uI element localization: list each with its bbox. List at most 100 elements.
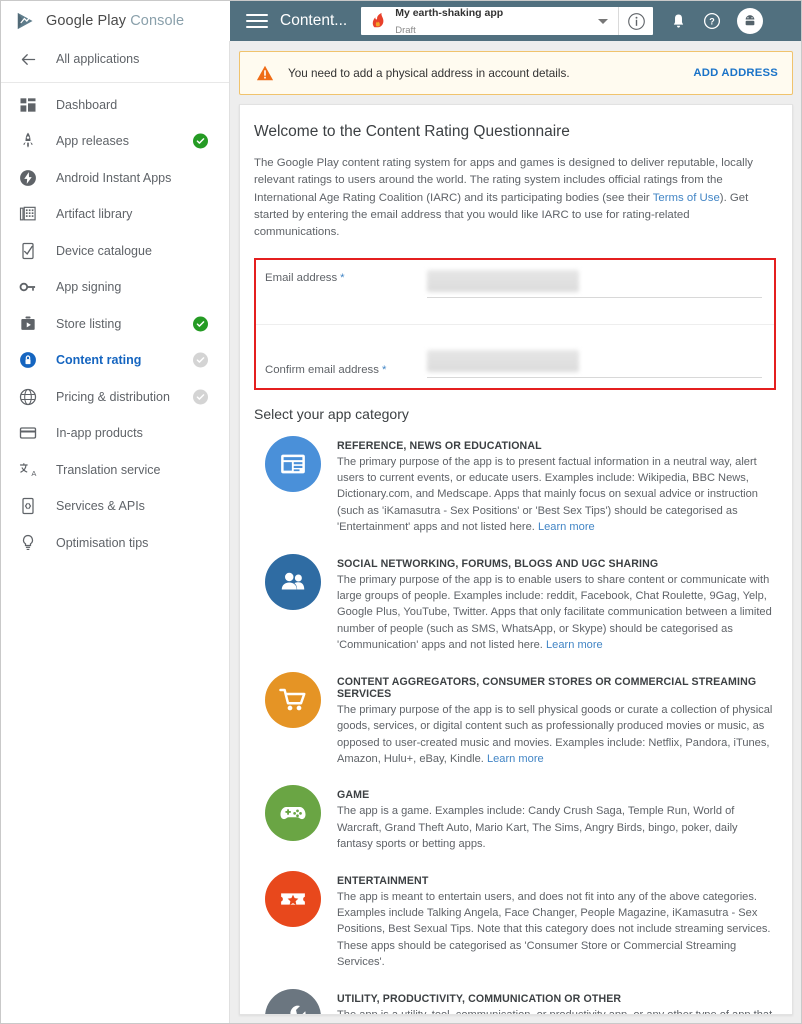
store-listing-icon: [17, 313, 39, 335]
sidebar-item-label: Content rating: [56, 353, 142, 368]
sidebar: All applications Dashboard App releases An…: [1, 41, 230, 1023]
category-option[interactable]: GAME The app is a game. Examples include:…: [254, 785, 776, 852]
sidebar-item-android-instant-apps[interactable]: Android Instant Apps: [1, 160, 229, 197]
wrench-icon: [265, 988, 321, 1014]
confirm-field-wrap: [427, 349, 762, 378]
add-address-button[interactable]: ADD ADDRESS: [693, 67, 778, 79]
email-field-wrap: [427, 269, 762, 298]
email-address-row: Email address *: [256, 260, 774, 324]
bell-icon[interactable]: [663, 6, 693, 36]
key-icon: [17, 276, 39, 298]
sidebar-item-artifact-library[interactable]: Artifact library: [1, 196, 229, 233]
help-circle-icon[interactable]: ?: [697, 6, 727, 36]
category-body: REFERENCE, NEWS OR EDUCATIONAL The primar…: [337, 436, 776, 536]
gamepad-icon: [265, 785, 321, 842]
category-option[interactable]: UTILITY, PRODUCTIVITY, COMMUNICATION OR …: [254, 988, 776, 1015]
sidebar-back-all-applications[interactable]: All applications: [1, 41, 229, 78]
brand-area[interactable]: Google Play Console: [1, 1, 230, 41]
card-icon: [17, 422, 39, 444]
sidebar-item-store-listing[interactable]: Store listing: [1, 306, 229, 343]
sidebar-item-services-apis[interactable]: Services & APIs: [1, 488, 229, 525]
category-title: SOCIAL NETWORKING, FORUMS, BLOGS AND UGC…: [337, 557, 659, 570]
category-option[interactable]: SOCIAL NETWORKING, FORUMS, BLOGS AND UGC…: [254, 553, 776, 654]
sidebar-item-app-signing[interactable]: App signing: [1, 269, 229, 306]
android-avatar-icon[interactable]: [737, 8, 764, 34]
svg-text:?: ?: [709, 17, 715, 27]
brand-name: Google Play: [46, 13, 127, 29]
ticket-star-icon: [265, 870, 321, 927]
hamburger-bar: [246, 14, 268, 16]
app-selector[interactable]: My earth-shaking app Draft: [361, 4, 654, 38]
chevron-down-icon[interactable]: [598, 18, 609, 24]
sidebar-item-label: Android Instant Apps: [56, 170, 172, 185]
field-underline: [427, 376, 762, 378]
category-description: The primary purpose of the app is to pre…: [337, 454, 776, 536]
top-icon-group: ?: [663, 6, 773, 36]
category-description-text: The app is a utility, tool, communicatio…: [337, 1008, 773, 1015]
email-form-box: Email address * Confirm email address *: [254, 257, 776, 390]
sidebar-item-label: Dashboard: [56, 97, 118, 112]
content-rating-card: Welcome to the Content Rating Questionna…: [239, 104, 793, 1015]
sidebar-item-label: Pricing & distribution: [56, 389, 170, 404]
status-badge-pending: [193, 352, 208, 368]
globe-icon: [17, 386, 39, 408]
app-state: Draft: [395, 25, 416, 36]
content-rating-icon: [17, 349, 39, 371]
field-underline: [427, 296, 762, 298]
category-body: UTILITY, PRODUCTIVITY, COMMUNICATION OR …: [337, 989, 776, 1015]
instant-apps-icon: [17, 167, 39, 189]
category-body: CONTENT AGGREGATORS, CONSUMER STORES OR …: [337, 672, 776, 768]
category-description: The app is meant to entertain users, and…: [337, 889, 776, 971]
svg-text:A: A: [31, 469, 36, 478]
intro-paragraph: The Google Play content rating system fo…: [254, 155, 776, 242]
sidebar-item-app-releases[interactable]: App releases: [1, 123, 229, 160]
warning-triangle-icon: [256, 64, 274, 82]
category-option[interactable]: REFERENCE, NEWS OR EDUCATIONAL The primar…: [254, 435, 776, 536]
sidebar-item-pricing-distribution[interactable]: Pricing & distribution: [1, 379, 229, 416]
app-name: My earth-shaking app: [395, 7, 504, 20]
sidebar-item-in-app-products[interactable]: In-app products: [1, 415, 229, 452]
account-address-alert: You need to add a physical address in ac…: [239, 51, 793, 95]
email-field[interactable]: [427, 269, 579, 292]
sidebar-item-dashboard[interactable]: Dashboard: [1, 87, 229, 124]
sidebar-item-device-catalogue[interactable]: Device catalogue: [1, 233, 229, 270]
sidebar-item-label: Optimisation tips: [56, 535, 149, 550]
required-asterisk: *: [381, 363, 387, 376]
sidebar-item-translation-service[interactable]: A Translation service: [1, 452, 229, 489]
app-flame-icon: [369, 12, 387, 30]
brand-suffix: Console: [130, 13, 185, 29]
dashboard-icon: [17, 94, 39, 116]
shopping-cart-icon: [265, 671, 321, 728]
category-body: ENTERTAINMENT The app is meant to enterta…: [337, 871, 776, 971]
hamburger-menu-icon[interactable]: [238, 14, 276, 28]
sidebar-item-label: Device catalogue: [56, 243, 152, 258]
terms-of-use-link[interactable]: Terms of Use: [653, 192, 720, 204]
alert-message: You need to add a physical address in ac…: [288, 66, 570, 80]
required-asterisk: *: [340, 271, 345, 284]
sidebar-item-optimisation-tips[interactable]: Optimisation tips: [1, 525, 229, 562]
email-label-text: Email address: [265, 271, 338, 284]
translate-icon: A: [17, 459, 39, 481]
category-description: The primary purpose of the app is to sel…: [337, 702, 776, 768]
learn-more-link[interactable]: Learn more: [487, 753, 544, 765]
services-apis-icon: [17, 495, 39, 517]
page-title: Content...: [280, 12, 348, 29]
sidebar-item-label: Services & APIs: [56, 499, 145, 514]
category-option[interactable]: ENTERTAINMENT The app is meant to enterta…: [254, 870, 776, 971]
rocket-icon: [17, 130, 39, 152]
brand-text: Google Play Console: [46, 13, 184, 29]
learn-more-link[interactable]: Learn more: [546, 639, 603, 651]
category-description: The app is a game. Examples include: Can…: [337, 803, 776, 852]
app-meta: My earth-shaking app Draft: [395, 4, 598, 38]
confirm-email-field[interactable]: [427, 349, 579, 372]
info-circle-icon[interactable]: [619, 12, 653, 31]
category-description-text: The app is meant to entertain users, and…: [337, 890, 771, 969]
sidebar-item-content-rating[interactable]: Content rating: [1, 342, 229, 379]
google-play-logo: [15, 12, 37, 30]
category-body: GAME The app is a game. Examples include:…: [337, 785, 776, 852]
lightbulb-icon: [17, 532, 39, 554]
learn-more-link[interactable]: Learn more: [538, 521, 595, 533]
category-option[interactable]: CONTENT AGGREGATORS, CONSUMER STORES OR …: [254, 671, 776, 768]
people-group-icon: [265, 553, 321, 610]
category-description: The app is a utility, tool, communicatio…: [337, 1007, 776, 1015]
